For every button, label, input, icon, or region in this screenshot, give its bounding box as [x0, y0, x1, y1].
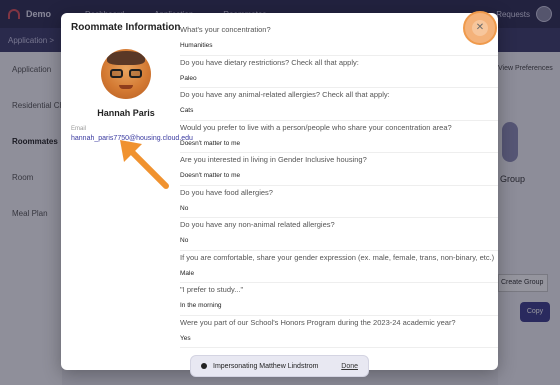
answer-text: No [180, 237, 189, 244]
qa-item: Would you prefer to live with a person/p… [180, 121, 498, 153]
answer-text: Cats [180, 107, 194, 114]
answer-text: Paleo [180, 74, 197, 82]
question-text: What's your concentration? [180, 25, 271, 34]
done-button[interactable]: Done [341, 363, 358, 370]
qa-item: "I prefer to study..." In the morning [180, 283, 498, 316]
qa-item: Do you have food allergies? No [180, 186, 498, 218]
answer-text: Yes [180, 334, 191, 342]
answer-text: Doesn't matter to me [180, 139, 241, 147]
impersonation-bar: Impersonating Matthew Lindstrom Done [190, 355, 369, 377]
profile-photo-glasses [110, 69, 142, 78]
question-text: If you are comfortable, share your gende… [180, 252, 495, 262]
roommate-info-modal: Roommate Information Hannah Paris Email … [61, 13, 498, 370]
question-text: Were you part of our School's Honors Pro… [180, 317, 456, 327]
impersonation-label: Impersonating Matthew Lindstrom [213, 362, 319, 370]
profile-photo-mouth [119, 85, 133, 89]
profile-photo [101, 49, 151, 99]
question-answer-list[interactable]: What's your concentration? Humanities Do … [180, 23, 498, 370]
email-label: Email [71, 126, 87, 132]
qa-item: Are you interested in living in Gender I… [180, 153, 498, 186]
answer-text: No [180, 204, 189, 212]
qa-item: Do you have dietary restrictions? Check … [180, 56, 498, 88]
qa-item: Were you part of our School's Honors Pro… [180, 316, 498, 348]
question-text: Would you prefer to live with a person/p… [180, 122, 452, 132]
close-button-highlight: ✕ [463, 11, 497, 45]
question-text: Do you have dietary restrictions? Check … [180, 57, 359, 67]
qa-item: What's your concentration? Humanities [180, 23, 498, 56]
question-text: Do you have any animal-related allergies… [180, 90, 390, 99]
answer-text: Male [180, 269, 195, 277]
annotation-arrow-icon [120, 140, 169, 189]
question-text: Are you interested in living in Gender I… [180, 155, 367, 164]
close-icon[interactable]: ✕ [472, 20, 488, 36]
profile-photo-hair [107, 51, 145, 65]
profile-name: Hannah Paris [97, 108, 155, 118]
impersonation-dot-icon [201, 363, 207, 369]
qa-item: Do you have any non-animal related aller… [180, 218, 498, 251]
modal-title: Roommate Information [71, 22, 181, 33]
question-text: "I prefer to study..." [180, 285, 244, 294]
qa-item: Do you have any animal-related allergies… [180, 88, 498, 121]
answer-text: In the morning [180, 302, 222, 309]
answer-text: Humanities [180, 42, 213, 49]
qa-item: If you are comfortable, share your gende… [180, 251, 498, 283]
question-text: Do you have any non-animal related aller… [180, 220, 335, 229]
question-text: Do you have food allergies? [180, 187, 273, 197]
answer-text: Doesn't matter to me [180, 172, 241, 179]
